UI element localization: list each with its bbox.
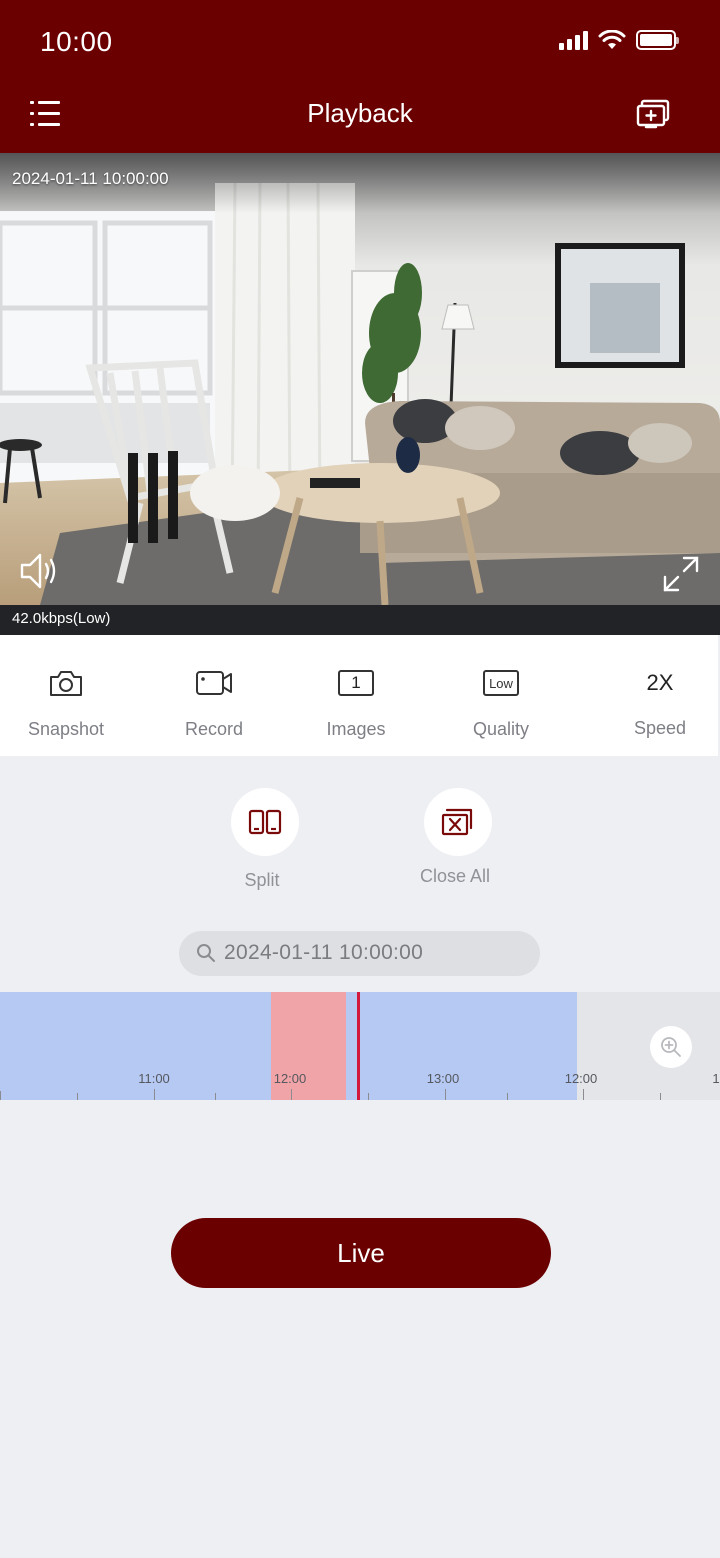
tick xyxy=(583,1089,584,1100)
record-button[interactable]: Record xyxy=(154,665,274,740)
video-player[interactable]: 2024-01-11 10:00:00 xyxy=(0,153,720,605)
fullscreen-button[interactable] xyxy=(662,555,700,593)
tick xyxy=(154,1089,155,1100)
camera-icon xyxy=(50,671,82,696)
timeline-zoom-button[interactable] xyxy=(650,1026,692,1068)
close-all-icon xyxy=(441,808,473,836)
speaker-icon xyxy=(20,553,56,589)
tick xyxy=(445,1089,446,1100)
images-count: 1 xyxy=(351,673,361,692)
video-camera-icon xyxy=(196,671,232,695)
tick-label: 11:00 xyxy=(138,1071,170,1086)
recorded-segment xyxy=(0,992,271,1100)
tick-label: 1 xyxy=(712,1071,720,1086)
tick xyxy=(215,1093,216,1100)
bitrate-bar: 42.0kbps(Low) xyxy=(0,605,720,635)
add-screen-button[interactable] xyxy=(636,98,672,130)
sound-button[interactable] xyxy=(18,551,64,591)
signal-icon xyxy=(559,30,588,50)
search-date-value: 2024-01-11 10:00:00 xyxy=(224,941,424,964)
images-button[interactable]: 1 Images xyxy=(296,665,416,740)
speed-label: Speed xyxy=(633,718,687,738)
speed-value: 2X xyxy=(646,670,674,695)
quality-button[interactable]: Low Quality xyxy=(441,665,561,740)
wifi-icon xyxy=(598,30,626,49)
date-search[interactable]: 2024-01-11 10:00:00 xyxy=(179,931,540,976)
video-timestamp: 2024-01-11 10:00:00 xyxy=(12,169,169,188)
tick xyxy=(77,1093,78,1100)
tick-label: 12:00 xyxy=(273,1071,307,1086)
quality-label: Quality xyxy=(472,719,530,739)
app-header: 10:00 Playback xyxy=(0,0,720,153)
bitrate-text: 42.0kbps(Low) xyxy=(12,610,111,627)
close-all-label: Close All xyxy=(419,866,491,886)
close-all-button[interactable] xyxy=(424,788,492,856)
tick-label: 13:00 xyxy=(426,1071,460,1086)
video-frame xyxy=(0,153,720,605)
images-label: Images xyxy=(326,719,386,739)
tick-label: 12:00 xyxy=(564,1071,598,1086)
tick xyxy=(0,1091,1,1100)
page-title: Playback xyxy=(307,98,413,128)
tick xyxy=(368,1093,369,1100)
search-icon xyxy=(197,944,215,962)
live-button[interactable]: Live xyxy=(171,1218,551,1288)
record-label: Record xyxy=(184,719,244,739)
split-button[interactable] xyxy=(231,788,299,856)
timeline-playhead[interactable] xyxy=(357,992,360,1100)
tick xyxy=(660,1093,661,1100)
status-icons xyxy=(559,30,679,50)
playback-toolbar: Snapshot Record 1 Images Low Quality 2X … xyxy=(0,635,718,756)
quality-icon: Low xyxy=(483,670,519,696)
split-screen-icon xyxy=(248,809,282,835)
snapshot-button[interactable]: Snapshot xyxy=(6,665,126,740)
tick xyxy=(507,1093,508,1100)
status-time: 10:00 xyxy=(40,26,113,57)
playback-timeline[interactable]: 11:00 12:00 13:00 12:00 1 xyxy=(0,992,720,1100)
zoom-in-icon xyxy=(661,1037,681,1057)
screen-add-icon xyxy=(636,99,670,129)
tick xyxy=(291,1089,292,1100)
split-label: Split xyxy=(244,870,280,890)
snapshot-label: Snapshot xyxy=(27,719,105,739)
battery-icon xyxy=(636,30,679,50)
recorded-segment xyxy=(346,992,577,1100)
image-count-icon: 1 xyxy=(338,670,374,696)
speed-button[interactable]: 2X Speed xyxy=(600,665,720,739)
expand-icon xyxy=(663,556,699,592)
quality-value: Low xyxy=(489,675,513,691)
